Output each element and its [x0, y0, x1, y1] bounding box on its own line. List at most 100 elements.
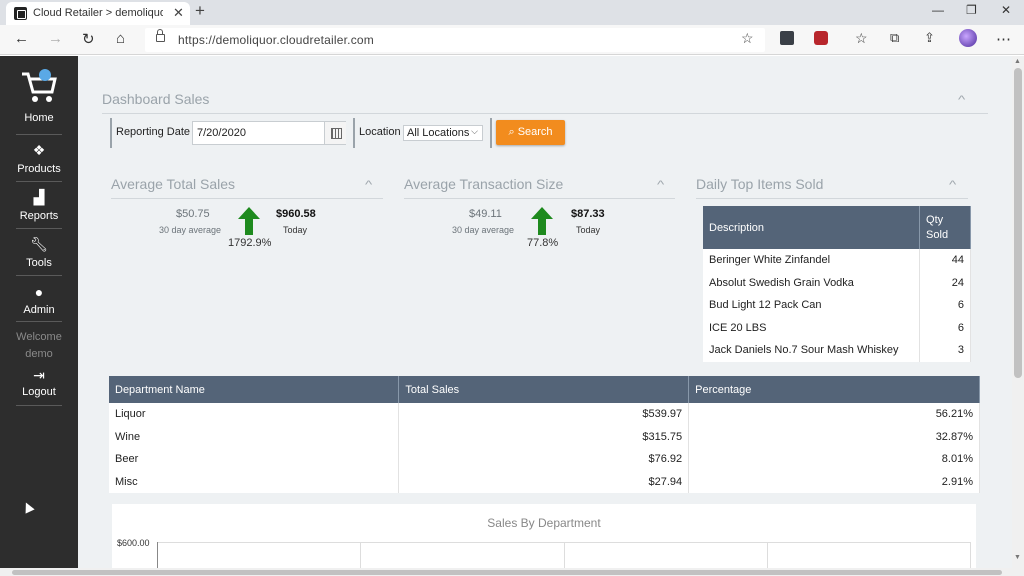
- scroll-thumb[interactable]: [12, 570, 1002, 575]
- sales-by-department-chart: Sales By Department $600.00: [112, 504, 976, 576]
- table-row: Wine $315.75 32.87%: [109, 425, 980, 448]
- username-text: demo: [25, 348, 53, 360]
- column-header-total-sales[interactable]: Total Sales: [398, 376, 690, 403]
- table-header-row: Department Name Total Sales Percentage: [109, 376, 980, 403]
- location-select[interactable]: All Locations ⌵: [403, 125, 483, 141]
- sidebar-divider: [16, 228, 62, 229]
- avg-total-sales-change: 1792.9%: [228, 237, 272, 249]
- column-header-qty-sold[interactable]: Qty Sold: [919, 206, 971, 249]
- table-row: Beer $76.92 8.01%: [109, 448, 980, 471]
- up-arrow-icon: [238, 207, 260, 235]
- sidebar-item-label: Reports: [19, 210, 59, 222]
- sidebar-item-home[interactable]: Home: [0, 68, 78, 124]
- lock-icon: [156, 29, 165, 42]
- shield-extension-icon[interactable]: [814, 31, 828, 45]
- sidebar-item-products[interactable]: ❖ Products: [0, 142, 78, 175]
- back-icon[interactable]: ←: [14, 30, 29, 47]
- scroll-up-icon[interactable]: ▲: [1014, 58, 1021, 65]
- item-description: ICE 20 LBS: [703, 316, 921, 339]
- sidebar-divider: [16, 275, 62, 276]
- item-description: Jack Daniels No.7 Sour Mash Whiskey: [703, 339, 921, 362]
- forward-icon[interactable]: →: [48, 30, 63, 47]
- chart-y-tick: $600.00: [117, 538, 150, 548]
- item-qty: 24: [919, 271, 971, 294]
- column-header-department-name[interactable]: Department Name: [109, 376, 400, 403]
- reporting-date-label: Reporting Date: [116, 126, 190, 138]
- table-row: Bud Light 12 Pack Can 6: [703, 294, 971, 317]
- window-close-icon[interactable]: ✕: [1001, 3, 1011, 17]
- top-items-table: Description Qty Sold Beringer White Zinf…: [703, 206, 971, 362]
- avg-total-sales-title: Average Total Sales: [111, 176, 236, 192]
- bar-chart-icon: ▟: [33, 189, 45, 205]
- home-icon[interactable]: ⌂: [116, 30, 125, 47]
- sidebar-item-reports[interactable]: ▟ Reports: [0, 189, 78, 222]
- scroll-thumb[interactable]: [1014, 68, 1022, 378]
- vertical-scrollbar[interactable]: ▲ ▼: [1012, 56, 1024, 568]
- avg-total-sales-today-value: $960.58: [276, 208, 316, 220]
- collapse-chevron-icon[interactable]: ^: [958, 94, 965, 106]
- search-button-label: Search: [517, 126, 553, 138]
- favorite-star-icon[interactable]: ☆: [741, 30, 754, 47]
- sidebar-item-tools[interactable]: 🔧︎ Tools: [0, 236, 78, 269]
- table-row: Misc $27.94 2.91%: [109, 470, 980, 493]
- tab-close-icon[interactable]: ✕: [173, 5, 184, 21]
- maximize-icon[interactable]: ❐: [966, 3, 977, 17]
- address-bar[interactable]: https://demoliquor.cloudretailer.com ☆: [145, 28, 765, 52]
- search-icon: ⌕: [508, 126, 515, 138]
- browser-toolbar: ← → ↻ ⌂ https://demoliquor.cloudretailer…: [0, 25, 1024, 55]
- scroll-down-icon[interactable]: ▼: [1014, 554, 1021, 561]
- collapse-chevron-icon[interactable]: ^: [657, 179, 664, 191]
- chevron-down-icon: ⌵: [471, 126, 478, 136]
- url-text: https://demoliquor.cloudretailer.com: [178, 33, 374, 47]
- divider: [102, 113, 988, 114]
- more-menu-icon[interactable]: ⋯: [996, 30, 1011, 48]
- table-header-row: Description Qty Sold: [703, 206, 971, 249]
- collections-icon[interactable]: ⧉: [890, 30, 899, 46]
- sidebar: Home ❖ Products ▟ Reports 🔧︎ Tools ● Adm…: [0, 56, 78, 576]
- cart-logo-icon: [22, 69, 57, 102]
- department-total: $315.75: [398, 425, 690, 448]
- collapse-chevron-icon[interactable]: ^: [949, 179, 956, 191]
- department-total: $539.97: [398, 403, 690, 426]
- new-tab-icon[interactable]: +: [195, 1, 205, 21]
- sidebar-item-label: Admin: [23, 304, 55, 316]
- column-header-percentage[interactable]: Percentage: [688, 376, 980, 403]
- reporting-date-input[interactable]: 7/20/2020: [192, 121, 346, 145]
- refresh-icon[interactable]: ↻: [82, 30, 95, 48]
- sidebar-item-label: Tools: [26, 257, 52, 269]
- sidebar-item-admin[interactable]: ● Admin: [0, 284, 78, 316]
- divider: [404, 198, 675, 199]
- item-description: Bud Light 12 Pack Can: [703, 294, 921, 317]
- divider: [111, 198, 383, 199]
- welcome-text: Welcome: [16, 331, 62, 343]
- sidebar-item-label: Products: [17, 163, 61, 175]
- department-name: Misc: [109, 470, 400, 493]
- department-total: $76.92: [398, 448, 690, 471]
- horizontal-scrollbar[interactable]: [0, 568, 1024, 576]
- extension-icon[interactable]: [780, 31, 794, 45]
- search-button[interactable]: ⌕ Search: [496, 120, 565, 145]
- avg-transaction-30day-value: $49.11: [469, 208, 502, 220]
- column-header-description[interactable]: Description: [703, 206, 921, 249]
- avg-transaction-today-label: Today: [576, 225, 601, 235]
- avg-transaction-today-value: $87.33: [571, 208, 605, 220]
- item-qty: 6: [919, 294, 971, 317]
- collapse-chevron-icon[interactable]: ^: [365, 179, 372, 191]
- browser-tab[interactable]: Cloud Retailer > demoliquor > H ✕: [6, 2, 190, 25]
- divider: [110, 118, 112, 148]
- qty-header-line1: Qty: [926, 213, 944, 226]
- divider: [353, 118, 355, 148]
- calendar-icon[interactable]: [324, 122, 346, 144]
- profile-avatar[interactable]: [959, 29, 977, 47]
- avg-transaction-title: Average Transaction Size: [404, 176, 564, 192]
- sidebar-item-logout[interactable]: ⇥ Logout: [0, 367, 78, 398]
- main-content: Dashboard Sales ^ Reporting Date 7/20/20…: [78, 56, 1012, 576]
- location-value: All Locations: [407, 127, 470, 139]
- chart-title: Sales By Department: [487, 516, 601, 530]
- favorites-icon[interactable]: ☆: [855, 30, 868, 47]
- filter-bar: Reporting Date 7/20/2020 Location All Lo…: [110, 118, 566, 148]
- sidebar-divider: [16, 181, 62, 182]
- department-name: Beer: [109, 448, 400, 471]
- minimize-icon[interactable]: —: [932, 3, 944, 17]
- share-icon[interactable]: ⇪: [924, 30, 935, 46]
